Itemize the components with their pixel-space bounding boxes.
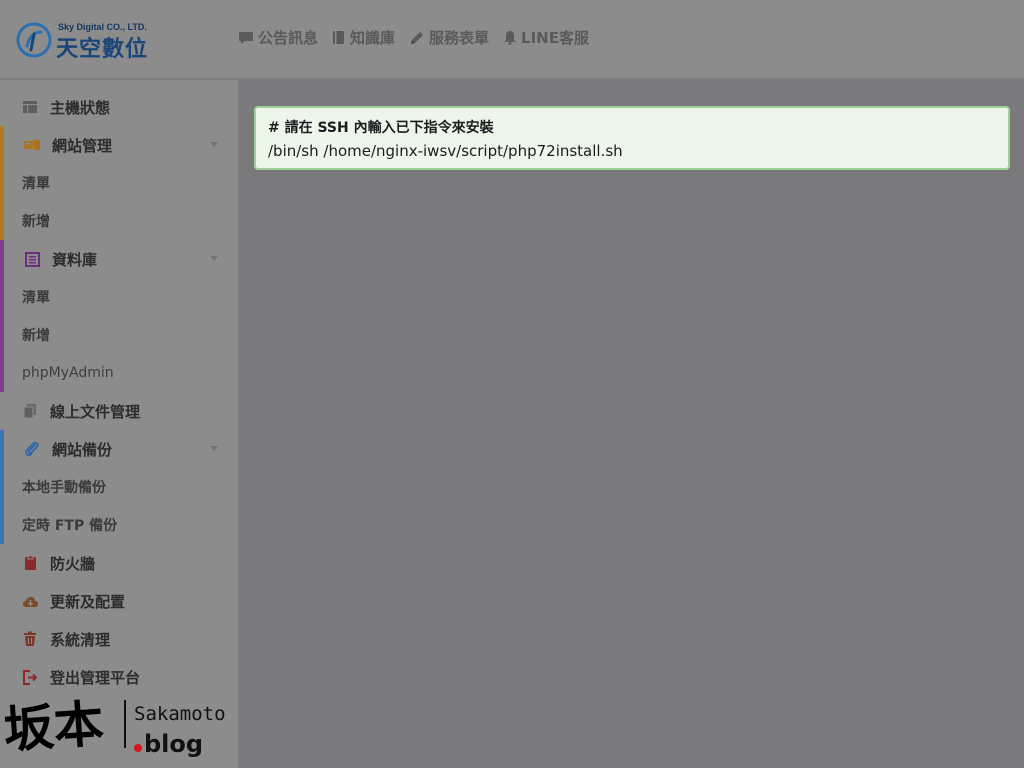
sidebar-subitem-label: 新增 — [22, 328, 50, 344]
sidebar-item-label: 資料庫 — [52, 250, 98, 269]
nav-line-support[interactable]: LINE客服 — [503, 27, 589, 48]
watermark-tld-text: blog — [144, 730, 203, 758]
nav-label: LINE客服 — [521, 29, 589, 47]
cloud-download-icon — [20, 591, 40, 611]
sidebar: 主機狀態 網站管理 清單 新增 資料庫 清單 新增 phpMyAdmin 線上文… — [0, 80, 238, 768]
sidebar-subitem-label: 定時 FTP 備份 — [22, 518, 118, 534]
nav-label: 知識庫 — [350, 29, 396, 47]
sidebar-item-file-manager[interactable]: 線上文件管理 — [0, 392, 238, 430]
sidebar-item-label: 線上文件管理 — [50, 402, 141, 421]
install-command[interactable]: /bin/sh /home/nginx-iwsv/script/php72ins… — [268, 139, 996, 163]
sidebar-group-database: 資料庫 清單 新增 phpMyAdmin — [0, 240, 238, 392]
database-list-icon — [22, 249, 42, 269]
trash-icon — [20, 629, 40, 649]
sidebar-item-label: 更新及配置 — [50, 592, 126, 611]
sidebar-item-website-backup[interactable]: 網站備份 — [4, 430, 238, 468]
sidebar-item-host-status[interactable]: 主機狀態 — [0, 88, 238, 126]
sidebar-subitem-database-list[interactable]: 清單 — [4, 278, 238, 316]
sidebar-item-firewall[interactable]: 防火牆 — [0, 544, 238, 582]
chevron-down-icon[interactable] — [210, 446, 218, 451]
sidebar-item-label: 防火牆 — [50, 554, 96, 573]
sidebar-item-label: 網站備份 — [52, 440, 113, 459]
sidebar-item-database[interactable]: 資料庫 — [4, 240, 238, 278]
install-command-box[interactable]: # 請在 SSH 內輸入已下指令來安裝 /bin/sh /home/nginx-… — [254, 106, 1010, 170]
sidebar-subitem-phpmyadmin[interactable]: phpMyAdmin — [4, 354, 238, 392]
sidebar-subitem-website-list[interactable]: 清單 — [4, 164, 238, 202]
sidebar-subitem-label: 清單 — [22, 176, 50, 192]
book-icon — [333, 31, 345, 44]
sidebar-item-website-management[interactable]: 網站管理 — [4, 126, 238, 164]
nav-knowledge-base[interactable]: 知識庫 — [332, 27, 395, 48]
command-comment: # 請在 SSH 內輸入已下指令來安裝 — [268, 120, 494, 136]
sidebar-subitem-label: 本地手動備份 — [22, 480, 106, 496]
watermark-dot — [134, 744, 142, 752]
nav-announcements[interactable]: 公告訊息 — [238, 27, 318, 48]
paperclip-icon — [22, 439, 42, 459]
files-icon — [20, 401, 40, 421]
nav-label: 服務表單 — [429, 29, 490, 47]
brand-logo[interactable]: Sky Digital CO., LTD. 天空數位 — [14, 20, 164, 62]
sidebar-subitem-label: phpMyAdmin — [22, 365, 114, 381]
clipboard-icon — [20, 553, 40, 573]
sidebar-subitem-label: 新增 — [22, 214, 50, 230]
nav-service-form[interactable]: 服務表單 — [409, 27, 489, 48]
sidebar-item-update-config[interactable]: 更新及配置 — [0, 582, 238, 620]
dashboard-icon — [20, 97, 40, 117]
sakamoto-blog-watermark: 坂本 Sakamoto blog — [4, 694, 226, 760]
pencil-icon — [411, 31, 424, 44]
company-name: 天空數位 — [56, 37, 149, 62]
sidebar-subitem-website-add[interactable]: 新增 — [4, 202, 238, 240]
sidebar-subitem-ftp-backup[interactable]: 定時 FTP 備份 — [4, 506, 238, 544]
sidebar-subitem-manual-backup[interactable]: 本地手動備份 — [4, 468, 238, 506]
sidebar-group-website: 網站管理 清單 新增 — [0, 126, 238, 240]
sidebar-item-label: 網站管理 — [52, 136, 113, 155]
website-icon — [22, 135, 42, 155]
top-navigation: 公告訊息 知識庫 服務表單 LINE客服 — [238, 27, 589, 48]
bell-icon — [504, 31, 517, 45]
watermark-kanji: 坂本 — [4, 694, 106, 760]
chevron-down-icon[interactable] — [210, 142, 218, 147]
sidebar-item-label: 系統清理 — [50, 630, 111, 649]
nav-label: 公告訊息 — [258, 29, 319, 47]
top-header: Sky Digital CO., LTD. 天空數位 公告訊息 知識庫 服務表單… — [0, 0, 1024, 79]
sidebar-item-system-cleanup[interactable]: 系統清理 — [0, 620, 238, 658]
watermark-divider — [124, 700, 126, 748]
sidebar-subitem-label: 清單 — [22, 290, 50, 306]
sidebar-subitem-database-add[interactable]: 新增 — [4, 316, 238, 354]
sidebar-group-backup: 網站備份 本地手動備份 定時 FTP 備份 — [0, 430, 238, 544]
chevron-down-icon[interactable] — [210, 256, 218, 261]
watermark-site: Sakamoto — [134, 703, 226, 725]
sidebar-item-label: 主機狀態 — [50, 98, 111, 117]
sky-digital-logo-icon — [16, 22, 52, 58]
watermark-tld: blog — [144, 730, 203, 758]
comment-icon — [239, 31, 253, 44]
